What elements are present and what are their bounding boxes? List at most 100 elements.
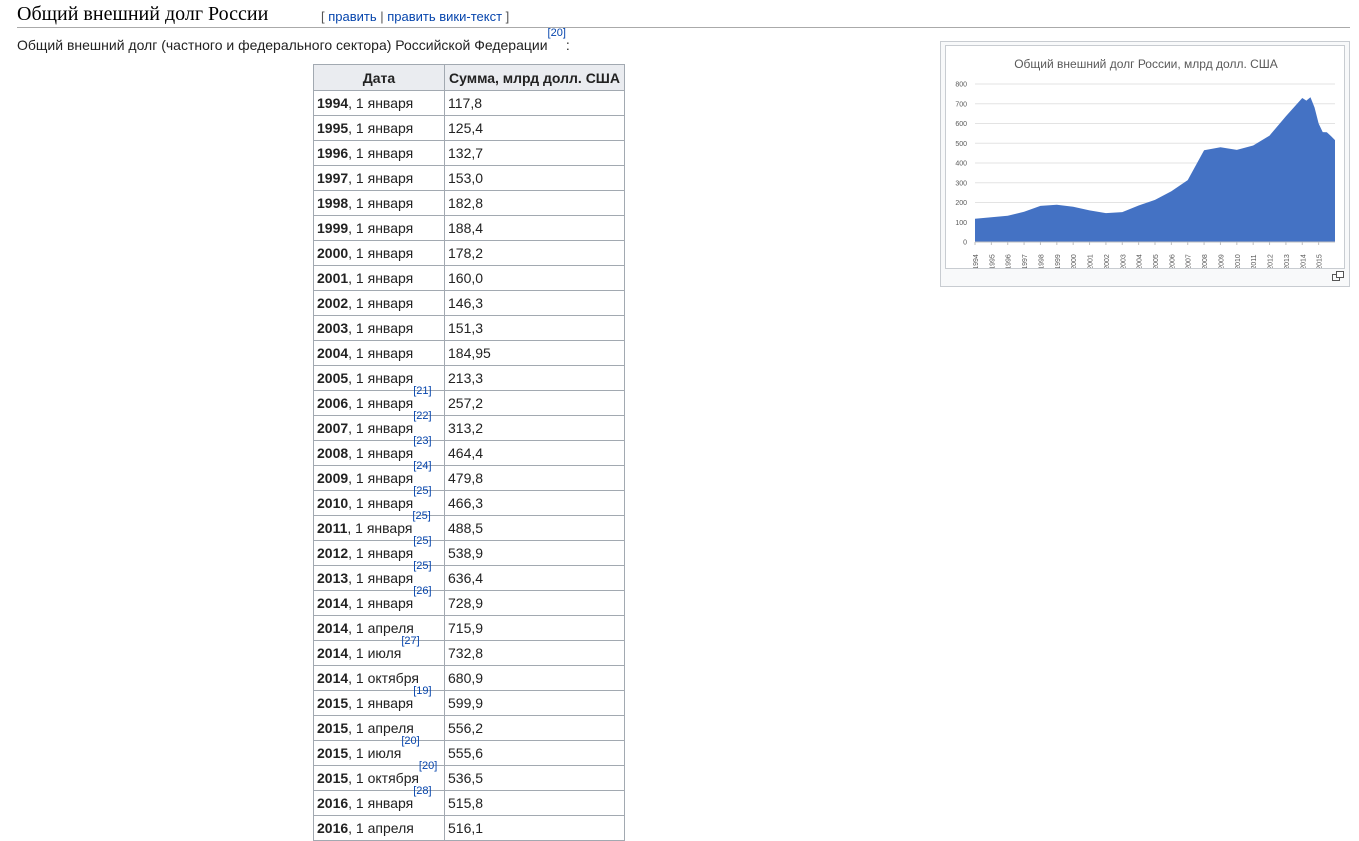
- date-text: , 1 января: [348, 570, 414, 586]
- chart-thumbnail: Общий внешний долг России, млрд долл. СШ…: [940, 41, 1350, 287]
- date-cell: 2014, 1 июля[27]: [313, 636, 445, 666]
- reference[interactable]: [24]: [413, 460, 431, 472]
- table-row: 2004, 1 января 184,95: [313, 340, 625, 366]
- magnify-clip-icon[interactable]: [1331, 271, 1345, 283]
- table-row: 2016, 1 апреля 516,1: [313, 815, 625, 841]
- year-text: 2001: [317, 270, 349, 286]
- debt-area-chart: Общий внешний долг России, млрд долл. СШ…: [955, 57, 1335, 268]
- reference[interactable]: [23]: [413, 435, 431, 447]
- table-row: 2015, 1 июля[20] 555,6: [313, 736, 625, 766]
- date-text: , 1 января: [348, 220, 414, 236]
- x-tick-label: 2010: [1235, 254, 1242, 268]
- chart-image[interactable]: Общий внешний долг России, млрд долл. СШ…: [945, 45, 1345, 269]
- reference[interactable]: [20]: [419, 760, 437, 772]
- y-tick-label: 200: [955, 200, 967, 207]
- year-text: 2005: [317, 370, 349, 386]
- year-text: 2016: [317, 795, 349, 811]
- date-cell: 2002, 1 января: [313, 290, 445, 316]
- reference[interactable]: [25]: [413, 560, 431, 572]
- amount-cell: 313,2: [444, 415, 625, 441]
- x-tick-label: 2015: [1317, 254, 1324, 268]
- reference[interactable]: [27]: [401, 635, 419, 647]
- amount-cell: 515,8: [444, 790, 625, 816]
- amount-cell: 117,8: [444, 90, 625, 116]
- date-cell: 1997, 1 января: [313, 165, 445, 191]
- table-row: 1997, 1 января 153,0: [313, 165, 625, 191]
- date-cell: 2015, 1 апреля: [313, 715, 445, 741]
- table-row: 1994, 1 января 117,8: [313, 90, 625, 116]
- year-text: 2002: [317, 295, 349, 311]
- amount-cell: 188,4: [444, 215, 625, 241]
- year-text: 2016: [317, 820, 349, 836]
- edit-link[interactable]: править: [328, 9, 376, 24]
- edit-source-link[interactable]: править вики-текст: [387, 9, 502, 24]
- year-text: 2011: [317, 520, 348, 536]
- table-row: 2011, 1 января[25] 488,5: [313, 511, 625, 541]
- y-tick-label: 800: [955, 82, 967, 89]
- x-tick-label: 2008: [1202, 254, 1209, 268]
- x-tick-label: 1995: [989, 254, 996, 268]
- reference[interactable]: [21]: [413, 385, 431, 397]
- reference[interactable]: [28]: [413, 785, 431, 797]
- year-text: 2006: [317, 395, 349, 411]
- year-text: 1996: [317, 145, 349, 161]
- date-text: , 1 января: [348, 495, 414, 511]
- reference[interactable]: [25]: [413, 485, 431, 497]
- year-text: 2015: [317, 720, 349, 736]
- date-cell: 1996, 1 января: [313, 140, 445, 166]
- y-tick-label: 600: [955, 121, 967, 128]
- date-cell: 2003, 1 января: [313, 315, 445, 341]
- y-tick-label: 700: [955, 101, 967, 108]
- y-tick-label: 0: [963, 240, 967, 247]
- table-row: 2013, 1 января[25] 636,4: [313, 561, 625, 591]
- table-row: 2005, 1 января 213,3: [313, 365, 625, 391]
- x-tick-label: 2003: [1120, 254, 1127, 268]
- year-text: 2004: [317, 345, 349, 361]
- reference[interactable]: [20]: [401, 735, 419, 747]
- column-header-amount[interactable]: Сумма, млрд долл. США: [444, 64, 625, 91]
- amount-cell: 680,9: [444, 665, 625, 691]
- date-text: , 1 июля: [348, 645, 402, 661]
- x-tick-label: 2005: [1153, 254, 1160, 268]
- chart-title: Общий внешний долг России, млрд долл. СШ…: [1014, 57, 1278, 71]
- date-text: , 1 июля: [348, 745, 402, 761]
- date-text: , 1 января: [348, 545, 414, 561]
- table-row: 2015, 1 января[19] 599,9: [313, 686, 625, 716]
- date-text: , 1 января: [348, 170, 414, 186]
- intro-reference[interactable]: [20]: [548, 27, 566, 39]
- table-row: 2014, 1 января[26] 728,9: [313, 586, 625, 616]
- date-cell: 2016, 1 января[28]: [313, 786, 445, 816]
- x-tick-label: 2013: [1284, 254, 1291, 268]
- y-tick-label: 400: [955, 161, 967, 168]
- reference[interactable]: [19]: [413, 685, 431, 697]
- year-text: 2003: [317, 320, 349, 336]
- x-tick-label: 2006: [1169, 254, 1176, 268]
- magnify-clip-icon-glyph: [1332, 271, 1344, 281]
- date-text: , 1 января: [348, 420, 414, 436]
- debt-table: Дата Сумма, млрд долл. США 1994, 1 январ…: [313, 64, 625, 841]
- year-text: 2014: [317, 595, 349, 611]
- year-text: 1999: [317, 220, 349, 236]
- date-cell: 2014, 1 апреля: [313, 615, 445, 641]
- amount-cell: 479,8: [444, 465, 625, 491]
- date-text: , 1 января: [348, 370, 414, 386]
- amount-cell: 182,8: [444, 190, 625, 216]
- reference[interactable]: [25]: [412, 510, 430, 522]
- section-title: Общий внешний долг России: [17, 3, 269, 25]
- date-cell: 1998, 1 января: [313, 190, 445, 216]
- year-text: 2014: [317, 620, 349, 636]
- y-tick-label: 100: [955, 220, 967, 227]
- date-cell: 1995, 1 января: [313, 115, 445, 141]
- table-row: 2014, 1 июля[27] 732,8: [313, 636, 625, 666]
- date-cell: 2016, 1 апреля: [313, 815, 445, 841]
- year-text: 2008: [317, 445, 349, 461]
- date-text: , 1 января: [348, 595, 414, 611]
- reference[interactable]: [22]: [413, 410, 431, 422]
- x-tick-label: 2012: [1268, 254, 1275, 268]
- amount-cell: 257,2: [444, 390, 625, 416]
- column-header-date[interactable]: Дата: [313, 64, 445, 91]
- reference[interactable]: [25]: [413, 535, 431, 547]
- date-text: , 1 января: [347, 520, 413, 536]
- reference[interactable]: [26]: [413, 585, 431, 597]
- amount-cell: 213,3: [444, 365, 625, 391]
